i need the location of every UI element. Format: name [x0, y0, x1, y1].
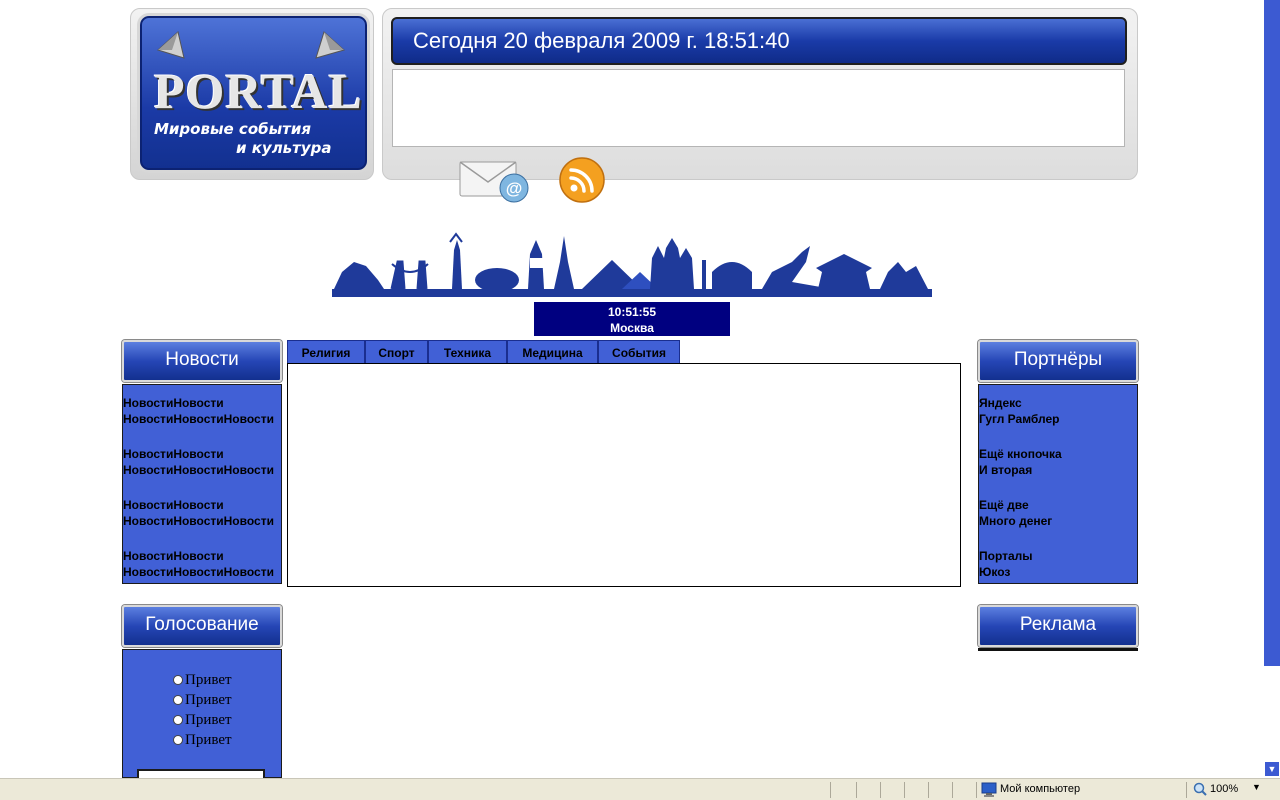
status-separator [856, 782, 857, 798]
logo-pyramid-left-icon [157, 31, 185, 59]
clock-widget: 10:51:55 Москва [534, 302, 730, 336]
logo-title: PORTAL [154, 63, 363, 119]
news-item[interactable]: НовостиНовости НовостиНовостиНовости [123, 446, 281, 478]
tab-events[interactable]: События [598, 340, 680, 364]
status-zone-label: Мой компьютер [1000, 783, 1081, 795]
status-separator [976, 782, 977, 798]
status-separator [1186, 782, 1187, 798]
poll-option[interactable]: Привет [173, 690, 281, 710]
logo-subtitle-line2: и культура [236, 139, 332, 157]
news-item[interactable]: НовостиНовости НовостиНовостиНовости [123, 395, 281, 427]
computer-icon [981, 782, 997, 797]
ads-header: Реклама [978, 605, 1138, 647]
partners-header: Портнёры [978, 340, 1138, 382]
zoom-dropdown-icon[interactable]: ▼ [1252, 782, 1261, 792]
poll-header: Голосование [122, 605, 282, 647]
clock-city: Москва [610, 321, 654, 335]
scrollbar-thumb[interactable] [1264, 0, 1280, 666]
status-separator [928, 782, 929, 798]
tab-religion[interactable]: Религия [287, 340, 365, 364]
partner-item[interactable]: Ещё кнопочка И вторая [979, 446, 1137, 478]
scroll-down-icon[interactable]: ▼ [1265, 762, 1279, 776]
tab-sport[interactable]: Спорт [365, 340, 428, 364]
tab-medicine[interactable]: Медицина [507, 340, 598, 364]
zoom-level[interactable]: 100% [1210, 783, 1238, 795]
logo-pyramid-right-icon [315, 31, 346, 59]
news-panel: НовостиНовости НовостиНовостиНовости Нов… [122, 384, 282, 584]
poll-option[interactable]: Привет [173, 710, 281, 730]
poll-option[interactable]: Привет [173, 670, 281, 690]
header-content-box [392, 69, 1125, 147]
poll-option[interactable]: Привет [173, 730, 281, 750]
status-separator [880, 782, 881, 798]
partner-item[interactable]: Ещё две Много денег [979, 497, 1137, 529]
status-separator [904, 782, 905, 798]
world-skyline-banner [332, 232, 932, 297]
svg-text:@: @ [506, 179, 523, 198]
rss-icon[interactable] [558, 156, 606, 204]
mail-icon[interactable]: @ [458, 158, 532, 204]
partner-item[interactable]: Порталы Юкоз [979, 548, 1137, 580]
tab-content-box [287, 363, 961, 587]
date-bar: Сегодня 20 февраля 2009 г. 18:51:40 [391, 17, 1127, 65]
status-separator [830, 782, 831, 798]
zoom-icon[interactable] [1193, 782, 1207, 796]
radio-button[interactable] [173, 735, 183, 745]
news-item[interactable]: НовостиНовости НовостиНовостиНовости [123, 548, 281, 580]
radio-button[interactable] [173, 675, 183, 685]
radio-button[interactable] [173, 715, 183, 725]
partners-panel: Яндекс Гугл Рамблер Ещё кнопочка И втора… [978, 384, 1138, 584]
status-separator [952, 782, 953, 798]
tab-technology[interactable]: Техника [428, 340, 507, 364]
partner-item[interactable]: Яндекс Гугл Рамблер [979, 395, 1137, 427]
ads-divider [978, 648, 1138, 651]
news-header: Новости [122, 340, 282, 382]
poll-panel: Привет Привет Привет Привет [122, 649, 282, 778]
news-item[interactable]: НовостиНовости НовостиНовостиНовости [123, 497, 281, 529]
status-bar: Мой компьютер 100% ▼ [0, 778, 1280, 800]
logo-subtitle-line1: Мировые события [154, 120, 312, 138]
radio-button[interactable] [173, 695, 183, 705]
clock-time: 10:51:55 [607, 305, 657, 319]
